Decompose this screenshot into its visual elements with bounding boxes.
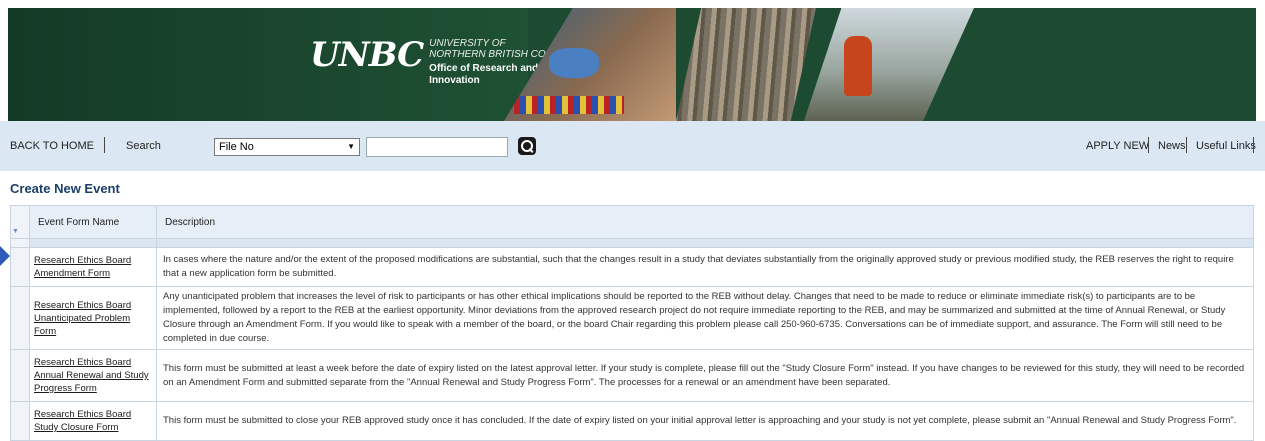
search-input[interactable] bbox=[366, 137, 508, 157]
table-header-row: Event Form Name Description bbox=[10, 205, 1254, 239]
column-header-description[interactable]: Description bbox=[156, 205, 1254, 239]
table-row: Research Ethics Board Study Closure Form… bbox=[10, 401, 1254, 441]
fieldwork-photo bbox=[804, 8, 974, 121]
arrow-right-icon bbox=[0, 246, 10, 266]
form-link-study-closure[interactable]: Research Ethics Board Study Closure Form bbox=[34, 409, 131, 433]
nav-divider bbox=[1148, 137, 1149, 153]
form-link-unanticipated-problem[interactable]: Research Ethics Board Unanticipated Prob… bbox=[34, 300, 131, 337]
nav-bar: BACK TO HOME Search File No ▼ APPLY NEW … bbox=[0, 121, 1265, 171]
useful-links-link[interactable]: Useful Links bbox=[1196, 140, 1256, 152]
table-row: Research Ethics Board Amendment Form In … bbox=[10, 247, 1254, 287]
search-field-select-value: File No bbox=[219, 141, 254, 153]
forest-photo bbox=[676, 8, 816, 121]
table-row: Research Ethics Board Annual Renewal and… bbox=[10, 349, 1254, 402]
logo-mark: UNBC bbox=[310, 35, 424, 75]
back-to-home-link[interactable]: BACK TO HOME bbox=[10, 140, 94, 152]
group-row[interactable] bbox=[10, 238, 1254, 248]
page-title: Create New Event bbox=[10, 181, 120, 196]
search-field-select[interactable]: File No ▼ bbox=[214, 138, 360, 156]
banner-photos bbox=[504, 8, 984, 121]
row-description: In cases where the nature and/or the ext… bbox=[156, 247, 1254, 287]
table-row: Research Ethics Board Unanticipated Prob… bbox=[10, 286, 1254, 350]
event-forms-table: Event Form Name Description Research Eth… bbox=[10, 205, 1254, 441]
header-banner: UNBC UNIVERSITY OF NORTHERN BRITISH COLU… bbox=[8, 8, 1256, 121]
apply-new-link[interactable]: APPLY NEW bbox=[1086, 140, 1149, 152]
nav-divider bbox=[104, 137, 105, 153]
nav-divider bbox=[1186, 137, 1187, 153]
group-gutter bbox=[10, 238, 30, 248]
lab-photo bbox=[504, 8, 676, 121]
column-header-name[interactable]: Event Form Name bbox=[29, 205, 157, 239]
news-link[interactable]: News bbox=[1158, 140, 1186, 152]
search-icon[interactable] bbox=[518, 137, 536, 155]
row-description: This form must be submitted to close you… bbox=[156, 401, 1254, 441]
form-link-annual-renewal[interactable]: Research Ethics Board Annual Renewal and… bbox=[34, 357, 149, 394]
triangle-down-icon[interactable]: ▼ bbox=[12, 228, 19, 235]
form-link-amendment[interactable]: Research Ethics Board Amendment Form bbox=[34, 255, 131, 279]
search-label: Search bbox=[126, 140, 161, 152]
chevron-down-icon: ▼ bbox=[347, 142, 355, 151]
row-description: Any unanticipated problem that increases… bbox=[156, 286, 1254, 350]
row-description: This form must be submitted at least a w… bbox=[156, 349, 1254, 402]
nav-divider bbox=[1253, 137, 1254, 153]
